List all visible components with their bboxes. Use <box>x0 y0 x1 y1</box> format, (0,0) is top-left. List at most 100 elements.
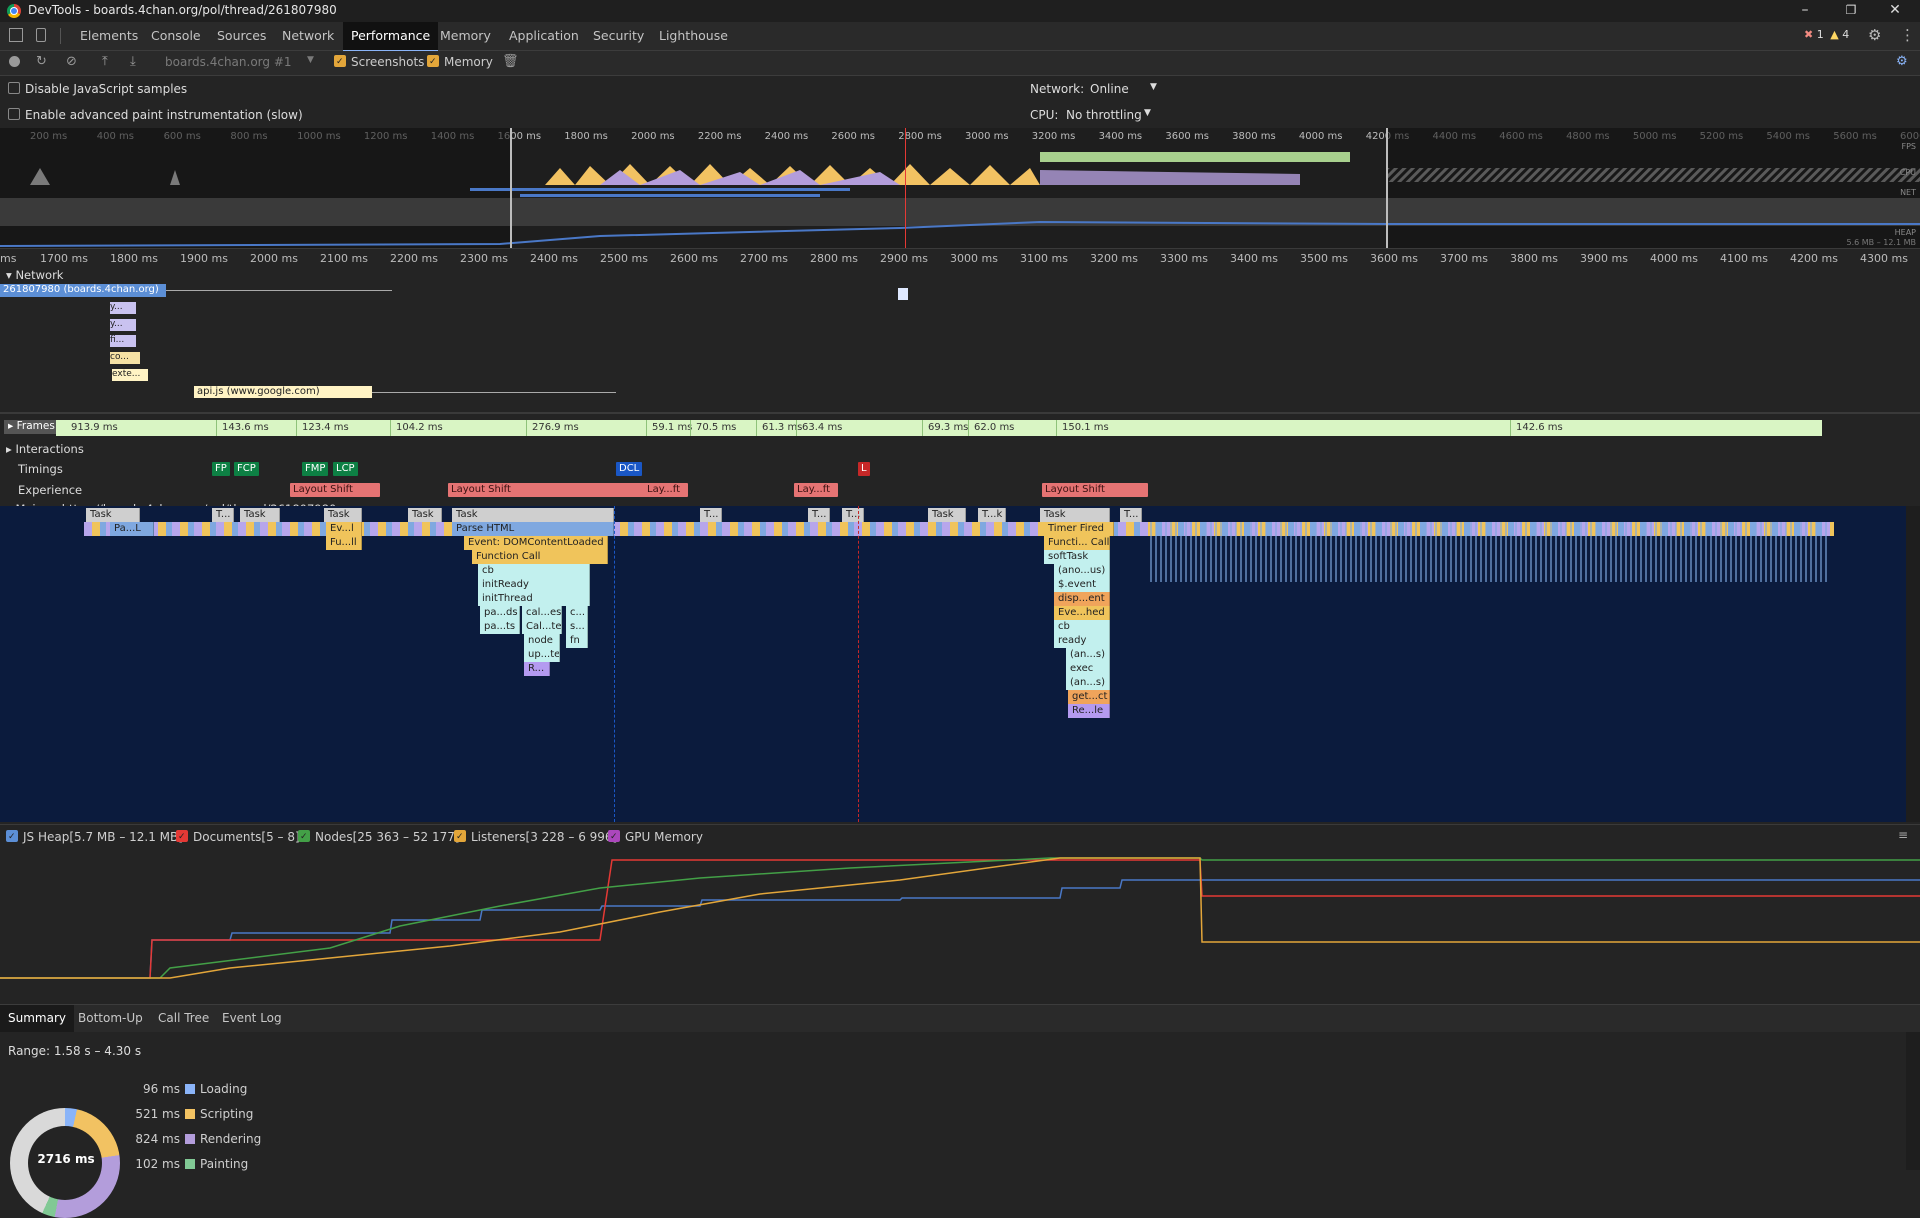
interactions-track-header[interactable]: ▸ Interactions <box>6 442 84 456</box>
parse-html-block[interactable]: Parse HTML <box>452 522 614 536</box>
timer-fired-block[interactable]: Timer Fired <box>1044 522 1114 536</box>
error-count-badge[interactable]: ✖ 1 ▲ 4 <box>1804 28 1849 41</box>
advanced-paint-checkbox[interactable]: Enable advanced paint instrumentation (s… <box>8 108 303 122</box>
timing-load[interactable]: L <box>858 462 870 476</box>
flame-block[interactable]: pa...ds <box>480 606 520 620</box>
screenshots-checkbox[interactable]: Screenshots <box>334 55 424 69</box>
task-block[interactable]: T... <box>700 508 722 522</box>
listeners-checkbox[interactable]: Listeners[3 228 – 6 996] <box>454 830 617 844</box>
parse-html-block[interactable]: Pa...L <box>110 522 154 536</box>
gpu-memory-checkbox[interactable]: GPU Memory <box>608 830 703 844</box>
restore-icon[interactable]: ❐ <box>1836 3 1866 17</box>
layout-shift[interactable]: Lay...ft <box>644 483 688 497</box>
timing-fcp[interactable]: FCP <box>234 462 259 476</box>
task-block[interactable]: Task <box>1040 508 1110 522</box>
nodes-checkbox[interactable]: Nodes[25 363 – 52 177] <box>298 830 460 844</box>
tab-application[interactable]: Application <box>501 22 587 50</box>
task-block[interactable]: T... <box>842 508 864 522</box>
flame-block[interactable]: cb <box>1054 620 1110 634</box>
network-request-api-js[interactable]: api.js (www.google.com) <box>194 386 372 398</box>
task-block[interactable]: T...k <box>978 508 1006 522</box>
tab-event-log[interactable]: Event Log <box>214 1005 290 1032</box>
upload-profile-icon[interactable]: ⤒ <box>102 54 108 69</box>
flame-block[interactable]: s... <box>566 620 588 634</box>
task-block[interactable]: Task <box>86 508 140 522</box>
flame-block[interactable]: up...te <box>524 648 560 662</box>
gear-icon[interactable]: ⚙ <box>1868 26 1881 44</box>
layout-shift[interactable]: Lay...ft <box>794 483 838 497</box>
flame-block[interactable]: softTask <box>1044 550 1110 564</box>
frame-duration[interactable]: 143.6 ms <box>222 422 269 433</box>
function-call-block[interactable]: Fu...ll <box>326 536 362 550</box>
function-call-block[interactable]: Functi... Call <box>1044 536 1110 550</box>
flame-block[interactable]: ready <box>1054 634 1110 648</box>
record-icon[interactable] <box>9 56 20 67</box>
task-block[interactable]: T... <box>1120 508 1142 522</box>
network-request-document[interactable]: 261807980 (boards.4chan.org) <box>0 284 166 297</box>
more-menu-icon[interactable]: ⋮ <box>1900 26 1915 44</box>
network-request[interactable]: co... <box>110 352 140 364</box>
reload-record-icon[interactable]: ↻ <box>36 54 47 69</box>
flame-block[interactable]: fn <box>566 634 588 648</box>
tab-network[interactable]: Network <box>274 22 342 50</box>
js-heap-checkbox[interactable]: JS Heap[5.7 MB – 12.1 MB] <box>6 830 183 844</box>
cpu-throttle-select[interactable]: No throttling ▼ <box>1066 108 1166 122</box>
layout-shift[interactable]: Layout Shift <box>1042 483 1148 497</box>
task-block[interactable]: Task <box>452 508 614 522</box>
tab-bottom-up[interactable]: Bottom-Up <box>70 1005 151 1032</box>
tab-security[interactable]: Security <box>585 22 652 50</box>
timing-fp[interactable]: FP <box>212 462 230 476</box>
event-block[interactable]: Ev...l <box>326 522 362 536</box>
frame-duration[interactable]: 913.9 ms <box>71 422 118 433</box>
frame-duration[interactable]: 123.4 ms <box>302 422 349 433</box>
frames-row[interactable]: 913.9 ms 143.6 ms 123.4 ms 104.2 ms 276.9 ms… <box>56 420 1822 436</box>
network-track-header[interactable]: ▾ Network <box>6 268 63 282</box>
memory-checkbox[interactable]: Memory <box>427 55 493 69</box>
flame-block[interactable]: disp...ent <box>1054 592 1110 606</box>
tab-console[interactable]: Console <box>143 22 209 50</box>
inspect-element-icon[interactable] <box>9 28 23 42</box>
frame-duration[interactable]: 276.9 ms <box>532 422 579 433</box>
frames-track-header[interactable]: ▸ Frames <box>4 420 56 434</box>
flame-block[interactable]: R... <box>524 662 550 676</box>
flame-block[interactable]: initThread <box>478 592 590 606</box>
splitter[interactable] <box>0 412 1920 414</box>
flame-block[interactable]: node <box>524 634 560 648</box>
timing-lcp[interactable]: LCP <box>333 462 358 476</box>
flame-block[interactable]: cb <box>478 564 590 578</box>
flame-block[interactable]: cal...es <box>522 606 562 620</box>
frame-duration[interactable]: 70.5 ms <box>696 422 736 433</box>
network-request[interactable] <box>898 288 908 300</box>
flame-block[interactable]: c... <box>566 606 588 620</box>
task-block[interactable]: T... <box>808 508 830 522</box>
task-block[interactable]: Task <box>408 508 442 522</box>
flame-block[interactable]: $.event <box>1054 578 1110 592</box>
tab-summary[interactable]: Summary <box>0 1005 74 1032</box>
minimize-icon[interactable]: – <box>1790 2 1820 18</box>
flame-block[interactable]: (an...s) <box>1066 648 1110 662</box>
task-block[interactable]: Task <box>928 508 966 522</box>
frame-duration[interactable]: 63.4 ms <box>802 422 842 433</box>
task-block[interactable]: Task <box>324 508 362 522</box>
device-toolbar-icon[interactable] <box>36 28 46 42</box>
flame-block[interactable]: (an...s) <box>1066 676 1110 690</box>
trash-icon[interactable]: 🗑 <box>502 54 519 69</box>
tab-performance[interactable]: Performance <box>343 22 439 52</box>
domcontentloaded-event-block[interactable]: Event: DOMContentLoaded <box>464 536 608 550</box>
flame-block[interactable]: initReady <box>478 578 590 592</box>
tab-memory[interactable]: Memory <box>432 22 499 50</box>
timing-dcl[interactable]: DCL <box>616 462 643 476</box>
frame-duration[interactable]: 150.1 ms <box>1062 422 1109 433</box>
tab-sources[interactable]: Sources <box>209 22 274 50</box>
documents-checkbox[interactable]: Documents[5 – 8] <box>176 830 300 844</box>
task-block[interactable]: Task <box>240 508 280 522</box>
flame-block[interactable]: get...ct <box>1068 690 1110 704</box>
frame-duration[interactable]: 59.1 ms <box>652 422 692 433</box>
task-block[interactable]: T... <box>212 508 234 522</box>
close-icon[interactable]: ✕ <box>1880 2 1910 18</box>
flame-block[interactable]: pa...ts <box>480 620 520 634</box>
frame-duration[interactable]: 69.3 ms <box>928 422 968 433</box>
flame-block[interactable]: Eve...hed <box>1054 606 1110 620</box>
layout-shift[interactable]: Layout Shift <box>448 483 650 497</box>
tab-lighthouse[interactable]: Lighthouse <box>651 22 736 50</box>
